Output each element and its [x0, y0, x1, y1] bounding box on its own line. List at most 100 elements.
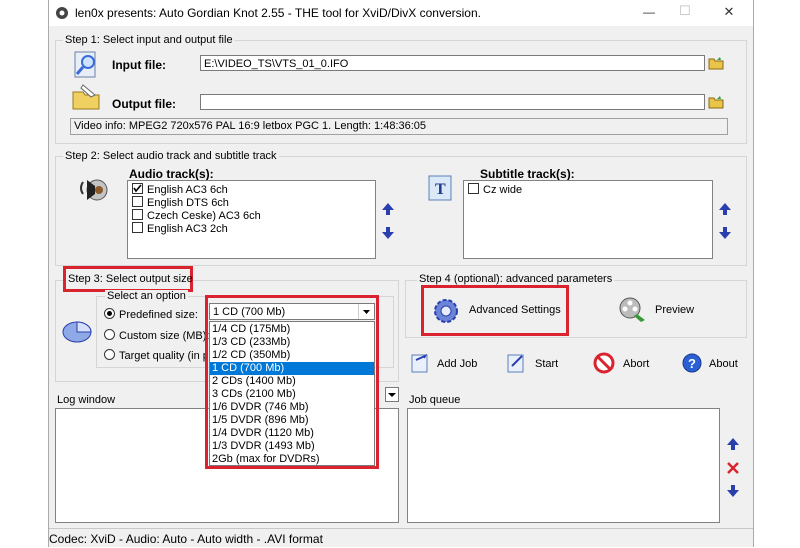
audio-tracks-label: Audio track(s):	[129, 167, 214, 181]
maximize-button[interactable]: ☐	[673, 3, 697, 19]
abort-label: Abort	[623, 358, 650, 370]
custom-size-option[interactable]: Custom size (MB):	[104, 329, 209, 342]
step1-title: Step 1: Select input and output file	[63, 34, 235, 46]
about-label: About	[709, 358, 738, 370]
audio-track-checkbox[interactable]	[132, 209, 143, 220]
subtitle-tracks-label: Subtitle track(s):	[480, 167, 575, 181]
abort-button[interactable]: Abort	[593, 352, 663, 376]
subtitle-track-item[interactable]: Cz wide	[468, 183, 712, 196]
size-dropdown[interactable]: 1 CD (700 Mb)	[209, 303, 375, 320]
audio-speaker-icon	[77, 172, 111, 206]
audio-track-item[interactable]: English AC3 6ch	[132, 183, 375, 196]
job-queue-list[interactable]	[407, 408, 720, 523]
size-option[interactable]: 1/2 CD (350Mb)	[210, 349, 374, 362]
custom-size-label: Custom size (MB):	[119, 330, 210, 342]
subtitle-move-up-icon[interactable]	[718, 202, 732, 219]
audio-track-checkbox[interactable]	[132, 222, 143, 233]
film-reel-icon	[617, 294, 647, 327]
svg-text:T: T	[435, 181, 446, 198]
log-window-title: Log window	[57, 394, 116, 406]
subtitle-move-down-icon[interactable]	[718, 226, 732, 243]
log-dropdown-button[interactable]	[385, 387, 399, 402]
size-option[interactable]: 2 CDs (1400 Mb)	[210, 375, 374, 388]
job-queue-title: Job queue	[409, 394, 461, 406]
output-browse-folder-icon[interactable]	[708, 94, 724, 110]
size-option[interactable]: 1/3 DVDR (1493 Mb)	[210, 440, 374, 453]
step3-title: Step 3: Select output size	[68, 273, 193, 285]
title-bar: len0x presents: Auto Gordian Knot 2.55 -…	[49, 0, 753, 26]
audio-track-label: English AC3 6ch	[147, 184, 228, 196]
custom-size-radio[interactable]	[104, 329, 115, 340]
audio-move-up-icon[interactable]	[381, 202, 395, 219]
start-label: Start	[535, 358, 559, 370]
minimize-button[interactable]: —	[637, 5, 661, 19]
abort-icon	[593, 352, 615, 377]
size-option[interactable]: 1/3 CD (233Mb)	[210, 336, 374, 349]
app-window: len0x presents: Auto Gordian Knot 2.55 -…	[48, 0, 754, 547]
audio-track-item[interactable]: Czech Ceske) AC3 6ch	[132, 209, 375, 222]
size-dropdown-value: 1 CD (700 Mb)	[213, 306, 286, 318]
start-button[interactable]: Start	[505, 352, 575, 376]
audio-track-label: English AC3 2ch	[147, 223, 228, 235]
size-option[interactable]: 1/6 DVDR (746 Mb)	[210, 401, 374, 414]
predefined-size-label: Predefined size:	[119, 309, 198, 321]
output-size-disc-icon	[61, 316, 93, 344]
queue-delete-icon[interactable]	[726, 461, 740, 478]
queue-move-up-icon[interactable]	[726, 437, 740, 454]
status-bar: Codec: XviD - Audio: Auto - Auto width -…	[49, 528, 753, 548]
advanced-settings-button[interactable]: Advanced Settings	[429, 294, 565, 328]
target-quality-option[interactable]: Target quality (in p	[104, 349, 206, 362]
subtitle-tracks-list[interactable]: Cz wide	[463, 180, 713, 259]
target-quality-radio[interactable]	[104, 349, 115, 360]
preview-label: Preview	[655, 304, 695, 316]
audio-move-down-icon[interactable]	[381, 226, 395, 243]
audio-tracks-list[interactable]: English AC3 6ch English DTS 6ch Czech Ce…	[127, 180, 376, 259]
audio-track-item[interactable]: English DTS 6ch	[132, 196, 375, 209]
size-option[interactable]: 1/4 DVDR (1120 Mb)	[210, 427, 374, 440]
svg-text:?: ?	[688, 356, 696, 371]
predefined-size-option[interactable]: Predefined size:	[104, 308, 198, 321]
audio-track-checkbox[interactable]	[132, 183, 143, 194]
gear-icon	[431, 296, 461, 329]
input-browse-folder-icon[interactable]	[708, 55, 724, 71]
add-job-label: Add Job	[437, 358, 478, 370]
audio-track-checkbox[interactable]	[132, 196, 143, 207]
status-text: Codec: XviD - Audio: Auto - Auto width -…	[49, 532, 323, 546]
chevron-down-icon[interactable]	[358, 304, 374, 319]
input-file-field[interactable]: E:\VIDEO_TS\VTS_01_0.IFO	[200, 55, 705, 71]
start-icon	[505, 352, 527, 377]
predefined-size-radio[interactable]	[104, 308, 115, 319]
output-file-icon	[71, 82, 101, 112]
help-icon: ?	[681, 352, 703, 377]
app-icon	[55, 6, 69, 20]
audio-track-item[interactable]: English AC3 2ch	[132, 222, 375, 235]
size-option[interactable]: 1/5 DVDR (896 Mb)	[210, 414, 374, 427]
size-option[interactable]: 1/4 CD (175Mb)	[210, 323, 374, 336]
step4-title: Step 4 (optional): advanced parameters	[417, 273, 615, 285]
step3-subtitle: Select an option	[105, 290, 188, 302]
queue-move-down-icon[interactable]	[726, 484, 740, 501]
output-file-field[interactable]	[200, 94, 705, 110]
add-job-icon	[409, 352, 431, 377]
add-job-button[interactable]: Add Job	[409, 352, 489, 376]
audio-track-label: English DTS 6ch	[147, 197, 229, 209]
output-file-label: Output file:	[112, 97, 176, 111]
close-button[interactable]: ✕	[717, 4, 741, 20]
target-quality-label: Target quality (in p	[119, 350, 206, 362]
advanced-settings-label: Advanced Settings	[469, 304, 561, 316]
size-option[interactable]: 2Gb (max for DVDRs)	[210, 453, 374, 466]
subtitle-track-label: Cz wide	[483, 184, 523, 196]
size-dropdown-list[interactable]: 1/4 CD (175Mb) 1/3 CD (233Mb) 1/2 CD (35…	[209, 321, 375, 466]
video-info-bar: Video info: MPEG2 720x576 PAL 16:9 letbo…	[70, 118, 728, 135]
subtitle-track-checkbox[interactable]	[468, 183, 479, 194]
size-option[interactable]: 3 CDs (2100 Mb)	[210, 388, 374, 401]
size-option-selected[interactable]: 1 CD (700 Mb)	[210, 362, 374, 375]
input-file-icon	[71, 50, 101, 80]
about-button[interactable]: ? About	[681, 352, 747, 376]
audio-track-label: Czech Ceske) AC3 6ch	[147, 210, 261, 222]
input-file-label: Input file:	[112, 58, 166, 72]
video-info-text: Video info: MPEG2 720x576 PAL 16:9 letbo…	[74, 120, 427, 132]
subtitle-icon: T	[427, 174, 453, 202]
step2-title: Step 2: Select audio track and subtitle …	[63, 150, 279, 162]
preview-button[interactable]: Preview	[615, 292, 725, 326]
